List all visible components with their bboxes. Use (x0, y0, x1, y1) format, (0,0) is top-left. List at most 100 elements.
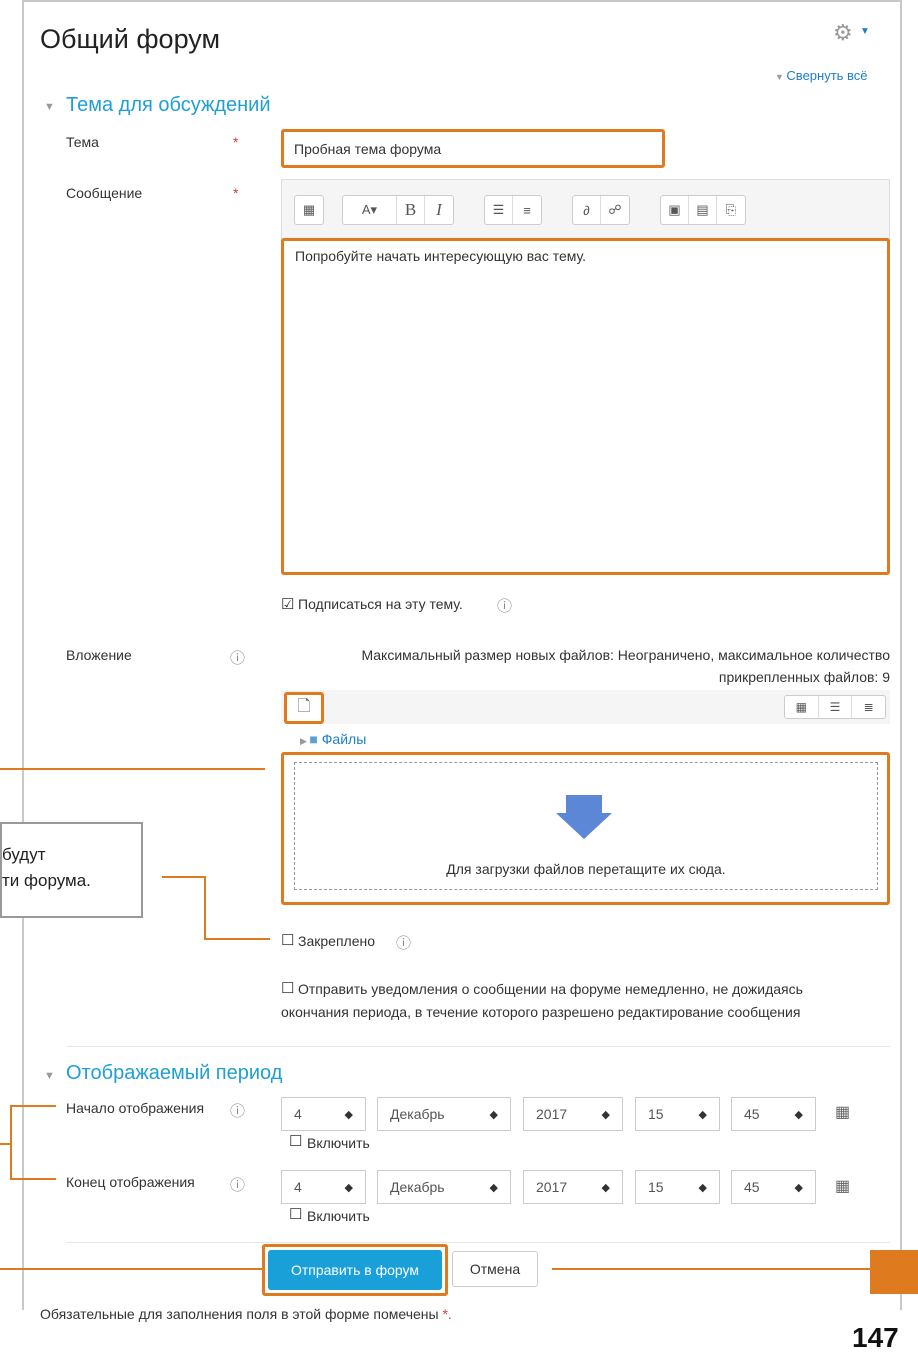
end-enable-label: Включить (307, 1208, 370, 1224)
toolbar-group-toggle: ▦ (294, 195, 324, 225)
attachment-info-line2: прикрепленных файлов: 9 (718, 669, 890, 685)
end-minute-value: 45 (744, 1179, 760, 1195)
subject-label: Тема (66, 134, 99, 150)
end-year-value: 2017 (536, 1179, 568, 1195)
subscribe-checkbox[interactable]: ☑ (281, 595, 294, 613)
select-arrows-icon: ◆ (794, 1181, 803, 1194)
help-icon[interactable]: ⓘ (230, 1174, 245, 1195)
attachment-label: Вложение (66, 647, 132, 663)
start-enable-label: Включить (307, 1135, 370, 1151)
required-icon: * (233, 185, 239, 201)
end-enable-checkbox[interactable]: ☐ (289, 1205, 302, 1223)
start-hour-value: 15 (648, 1106, 664, 1122)
start-minute-select[interactable]: 45 ◆ (731, 1097, 816, 1131)
annotation-callout: будут ти форума. (0, 822, 143, 918)
media-icon[interactable]: ▤ (689, 196, 717, 224)
required-note-text: Обязательные для заполнения поля в этой … (40, 1306, 439, 1322)
select-arrows-icon: ◆ (698, 1181, 707, 1194)
toolbar-group-links: ∂ ☍ (572, 195, 630, 225)
folder-icon: ■ (309, 731, 318, 747)
bullet-list-icon[interactable]: ☰ (485, 196, 513, 224)
start-month-select[interactable]: Декабрь ◆ (377, 1097, 511, 1131)
start-day-select[interactable]: 4 ◆ (281, 1097, 366, 1131)
select-arrows-icon: ◆ (601, 1181, 610, 1194)
end-label: Конец отображения (66, 1174, 195, 1190)
message-text: Попробуйте начать интересующую вас тему. (295, 248, 587, 264)
required-note: Обязательные для заполнения поля в этой … (40, 1306, 452, 1322)
end-minute-select[interactable]: 45 ◆ (731, 1170, 816, 1204)
select-arrows-icon: ◆ (489, 1108, 498, 1121)
annotation-line (204, 876, 206, 940)
bold-icon[interactable]: B (397, 196, 425, 224)
section-caret-icon[interactable]: ▼ (44, 1070, 55, 1082)
select-arrows-icon: ◆ (794, 1108, 803, 1121)
cancel-button[interactable]: Отмена (452, 1251, 538, 1287)
calendar-icon[interactable]: ▦ (835, 1176, 850, 1196)
end-hour-select[interactable]: 15 ◆ (635, 1170, 720, 1204)
start-year-value: 2017 (536, 1106, 568, 1122)
image-icon[interactable]: ▣ (661, 196, 689, 224)
select-arrows-icon: ◆ (344, 1181, 353, 1194)
text-style-icon[interactable]: A▾ (343, 196, 397, 224)
required-note-star: *. (442, 1306, 452, 1322)
files-folder[interactable]: ▶ ■ Файлы (300, 731, 366, 747)
start-minute-value: 45 (744, 1106, 760, 1122)
annotation-line (10, 1178, 56, 1180)
select-arrows-icon: ◆ (601, 1108, 610, 1121)
annotation-line (204, 938, 270, 940)
folder-caret-icon: ▶ (300, 736, 310, 746)
end-month-select[interactable]: Декабрь ◆ (377, 1170, 511, 1204)
callout-line2: ти форума. (2, 871, 91, 890)
select-arrows-icon: ◆ (344, 1108, 353, 1121)
subject-input[interactable]: Пробная тема форума (281, 129, 665, 168)
section-caret-icon[interactable]: ▼ (44, 101, 55, 113)
callout-line1: будут (2, 845, 46, 864)
help-icon[interactable]: ⓘ (497, 595, 512, 616)
italic-icon[interactable]: I (425, 196, 453, 224)
toolbar-toggle-icon[interactable]: ▦ (295, 196, 323, 224)
start-year-select[interactable]: 2017 ◆ (523, 1097, 623, 1131)
end-day-select[interactable]: 4 ◆ (281, 1170, 366, 1204)
end-month-value: Декабрь (390, 1179, 445, 1195)
calendar-icon[interactable]: ▦ (835, 1102, 850, 1122)
pinned-label: Закреплено (298, 933, 375, 949)
page-title: Общий форум (40, 24, 221, 54)
gear-icon[interactable]: ⚙ (833, 20, 853, 46)
annotation-line (10, 1105, 12, 1179)
help-icon[interactable]: ⓘ (396, 932, 411, 953)
start-enable-checkbox[interactable]: ☐ (289, 1132, 302, 1150)
link-icon[interactable]: ∂ (573, 196, 601, 224)
icons-view-icon[interactable]: ▦ (785, 696, 819, 718)
end-hour-value: 15 (648, 1179, 664, 1195)
required-icon: * (233, 134, 239, 150)
manage-files-icon[interactable]: ⎘ (717, 196, 745, 224)
pinned-checkbox[interactable]: ☐ (281, 931, 294, 949)
divider (66, 1242, 890, 1243)
section-topic-header[interactable]: Тема для обсуждений (66, 94, 271, 117)
select-arrows-icon: ◆ (489, 1181, 498, 1194)
start-label: Начало отображения (66, 1100, 205, 1116)
message-editor[interactable] (281, 238, 890, 575)
submit-button[interactable]: Отправить в форум (268, 1250, 442, 1290)
annotation-line (552, 1268, 870, 1270)
download-arrow-icon (556, 795, 612, 839)
annotation-line (10, 1105, 56, 1107)
help-icon[interactable]: ⓘ (230, 647, 245, 668)
list-view-icon[interactable]: ☰ (819, 696, 853, 718)
end-day-value: 4 (294, 1179, 302, 1195)
notify-label-line1: Отправить уведомления о сообщении на фор… (298, 981, 803, 997)
help-icon[interactable]: ⓘ (230, 1100, 245, 1121)
notify-checkbox[interactable]: ☐ (281, 979, 294, 997)
numbered-list-icon[interactable]: ≡ (513, 196, 541, 224)
section-period-header[interactable]: Отображаемый период (66, 1062, 282, 1085)
end-year-select[interactable]: 2017 ◆ (523, 1170, 623, 1204)
dropzone-text: Для загрузки файлов перетащите их сюда. (446, 861, 726, 877)
view-switcher: ▦ ☰ ≣ (784, 695, 886, 719)
start-hour-select[interactable]: 15 ◆ (635, 1097, 720, 1131)
collapse-all-link[interactable]: ▼ Свернуть всё (775, 68, 868, 83)
attachment-info-line1: Максимальный размер новых файлов: Неогра… (361, 647, 890, 663)
unlink-icon[interactable]: ☍ (601, 196, 629, 224)
add-file-icon[interactable]: 🗋 (284, 692, 324, 724)
tree-view-icon[interactable]: ≣ (852, 696, 885, 718)
chevron-down-icon[interactable]: ▼ (860, 26, 870, 37)
